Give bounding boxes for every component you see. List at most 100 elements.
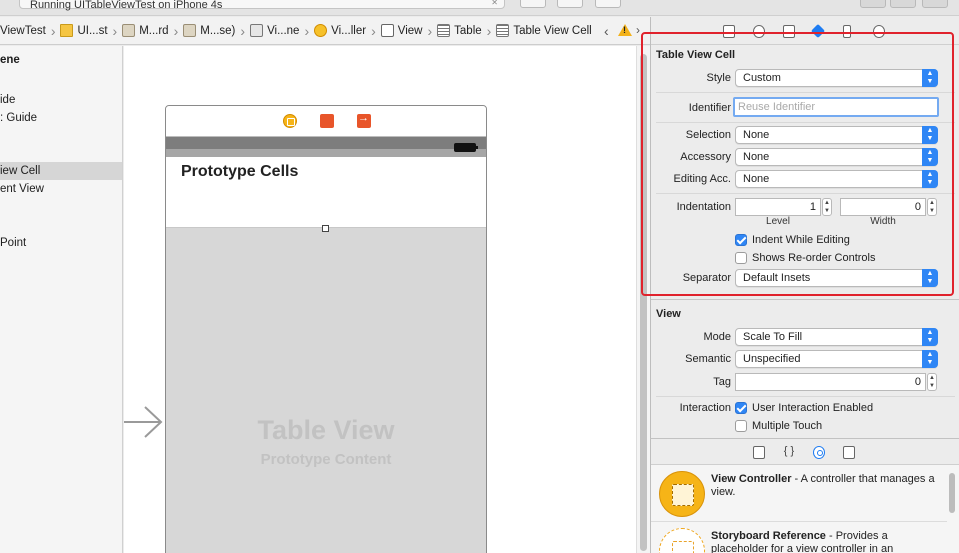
close-icon[interactable]: ✕: [491, 0, 498, 8]
connections-inspector-icon[interactable]: [873, 25, 885, 38]
outline-item-scene[interactable]: ene: [0, 51, 122, 69]
shows-reorder-controls-checkbox[interactable]: [735, 252, 747, 264]
media-library-icon[interactable]: [843, 446, 855, 459]
chevron-updown-icon: ▲ ▼: [922, 350, 938, 368]
table-cell-icon: [496, 24, 510, 37]
multiple-touch-label: Multiple Touch: [752, 420, 823, 432]
jumpbar-crumb-view-controller[interactable]: Vi...ller: [314, 17, 366, 44]
library-item-storyboard-reference[interactable]: Storyboard Reference - Provides a placeh…: [651, 523, 947, 553]
storyboard-file-icon: [183, 24, 197, 37]
breakpoint-button[interactable]: [557, 0, 583, 8]
chevron-updown-icon: ▲ ▼: [922, 269, 938, 287]
view-controller-icon: [314, 24, 328, 37]
navigator-toggle-button[interactable]: [860, 0, 886, 8]
identity-inspector-icon[interactable]: [783, 25, 795, 38]
content-mode-popup[interactable]: Scale To Fill ▲ ▼: [735, 328, 938, 346]
jumpbar-crumb-storyboard[interactable]: M...rd: [122, 17, 169, 44]
multiple-touch-checkbox[interactable]: [735, 420, 747, 432]
semantic-popup[interactable]: Unspecified ▲ ▼: [735, 350, 938, 368]
user-interaction-enabled-label: User Interaction Enabled: [752, 402, 874, 414]
chevron-right-icon: ›: [304, 22, 310, 39]
indentation-level-field[interactable]: 1: [735, 198, 821, 216]
file-inspector-icon[interactable]: [723, 25, 735, 38]
editing-accessory-label: Editing Acc.: [673, 173, 731, 185]
storyboard-reference-icon: [659, 528, 705, 553]
canvas-scrollbar[interactable]: [636, 46, 650, 553]
separator-popup[interactable]: Default Insets ▲ ▼: [735, 269, 938, 287]
window-toolbar: Running UITableViewTest on iPhone 4s ✕: [0, 0, 959, 16]
warning-icon[interactable]: [618, 24, 632, 36]
indentation-width-field[interactable]: 0: [840, 198, 926, 216]
jumpbar-crumb-table-cell[interactable]: Table View Cell: [496, 17, 592, 44]
section-title-table-view-cell: Table View Cell: [656, 49, 736, 61]
library-item-title: Storyboard Reference: [711, 530, 826, 542]
mode-label: Mode: [703, 331, 731, 343]
outline-item-content-view[interactable]: ent View: [0, 180, 122, 198]
exit-icon[interactable]: [357, 112, 371, 128]
library-tabs: { }: [651, 439, 959, 465]
outline-item-entry-point[interactable]: Point: [0, 234, 122, 252]
chevron-updown-icon: ▲ ▼: [922, 328, 938, 346]
table-view-placeholder-title: Table View: [257, 415, 395, 445]
first-responder-icon[interactable]: [320, 114, 334, 128]
level-caption: Level: [766, 216, 790, 227]
scrollbar-thumb[interactable]: [640, 54, 647, 551]
scheme-button[interactable]: [520, 0, 546, 8]
chevron-updown-icon: ▲ ▼: [922, 126, 938, 144]
accessory-popup[interactable]: None ▲ ▼: [735, 148, 938, 166]
outline-item-table-view-cell[interactable]: iew Cell: [0, 162, 122, 180]
jumpbar-crumb-storyboard-base[interactable]: M...se): [183, 17, 235, 44]
resize-handle[interactable]: [322, 225, 329, 232]
width-caption: Width: [870, 216, 896, 227]
tag-stepper[interactable]: ▲ ▼: [927, 373, 937, 391]
size-inspector-icon[interactable]: [843, 25, 851, 38]
indentation-level-stepper[interactable]: ▲ ▼: [822, 198, 832, 216]
identifier-label: Identifier: [688, 102, 731, 114]
table-icon: [437, 24, 451, 37]
object-library-icon[interactable]: [813, 446, 825, 459]
accessory-label: Accessory: [680, 151, 731, 163]
reuse-identifier-input[interactable]: [733, 97, 939, 117]
jumpbar-crumb-project[interactable]: ViewTest: [0, 17, 46, 44]
prototype-cell[interactable]: Prototype Cells: [166, 157, 486, 228]
back-arrow-icon[interactable]: ‹: [604, 17, 609, 44]
jumpbar-crumb-view[interactable]: View: [380, 17, 422, 44]
run-status-text: Running UITableViewTest on iPhone 4s: [30, 0, 223, 11]
file-template-library-icon[interactable]: [753, 446, 765, 459]
inspector-tabs: [651, 17, 959, 45]
view-controller-scene[interactable]: Prototype Cells Table View Prototype Con…: [165, 105, 487, 553]
storyboard-canvas[interactable]: Prototype Cells Table View Prototype Con…: [124, 46, 636, 553]
view-controller-icon[interactable]: [283, 114, 297, 128]
style-label: Style: [706, 72, 731, 84]
chevron-right-icon: ›: [427, 22, 433, 39]
selection-popup[interactable]: None ▲ ▼: [735, 126, 938, 144]
indentation-label: Indentation: [676, 201, 731, 213]
entry-point-arrow-icon[interactable]: [124, 402, 164, 442]
indent-while-editing-checkbox[interactable]: [735, 234, 747, 246]
return-arrow-icon[interactable]: [595, 0, 621, 8]
indentation-width-stepper[interactable]: ▲ ▼: [927, 198, 937, 216]
attributes-inspector-icon[interactable]: [810, 23, 826, 39]
scene-icon: [250, 24, 264, 37]
tag-field[interactable]: 0: [735, 373, 926, 391]
view-icon: [380, 24, 394, 37]
help-inspector-icon[interactable]: [753, 25, 765, 38]
jumpbar-crumb-group[interactable]: UI...st: [60, 17, 108, 44]
style-popup[interactable]: Custom ▲ ▼: [735, 69, 938, 87]
scene-dock: [166, 106, 486, 137]
outline-item-safe-area-guide[interactable]: ide: [0, 91, 122, 109]
library-scrollbar[interactable]: [948, 469, 956, 549]
chevron-updown-icon: ▲ ▼: [922, 69, 938, 87]
forward-arrow-icon[interactable]: ›: [636, 23, 640, 37]
library-item-view-controller[interactable]: View Controller - A controller that mana…: [651, 466, 947, 522]
debug-area-toggle-button[interactable]: [890, 0, 916, 8]
jumpbar-crumb-scene[interactable]: Vi...ne: [250, 17, 299, 44]
user-interaction-enabled-checkbox[interactable]: [735, 402, 747, 414]
utilities-toggle-button[interactable]: [922, 0, 948, 8]
editing-accessory-popup[interactable]: None ▲ ▼: [735, 170, 938, 188]
scrollbar-thumb[interactable]: [949, 473, 955, 513]
code-snippet-library-icon[interactable]: { }: [783, 446, 795, 459]
jumpbar-crumb-table[interactable]: Table: [437, 17, 482, 44]
outline-item-layout-guide[interactable]: : Guide: [0, 109, 122, 127]
view-controller-icon: [659, 471, 705, 517]
